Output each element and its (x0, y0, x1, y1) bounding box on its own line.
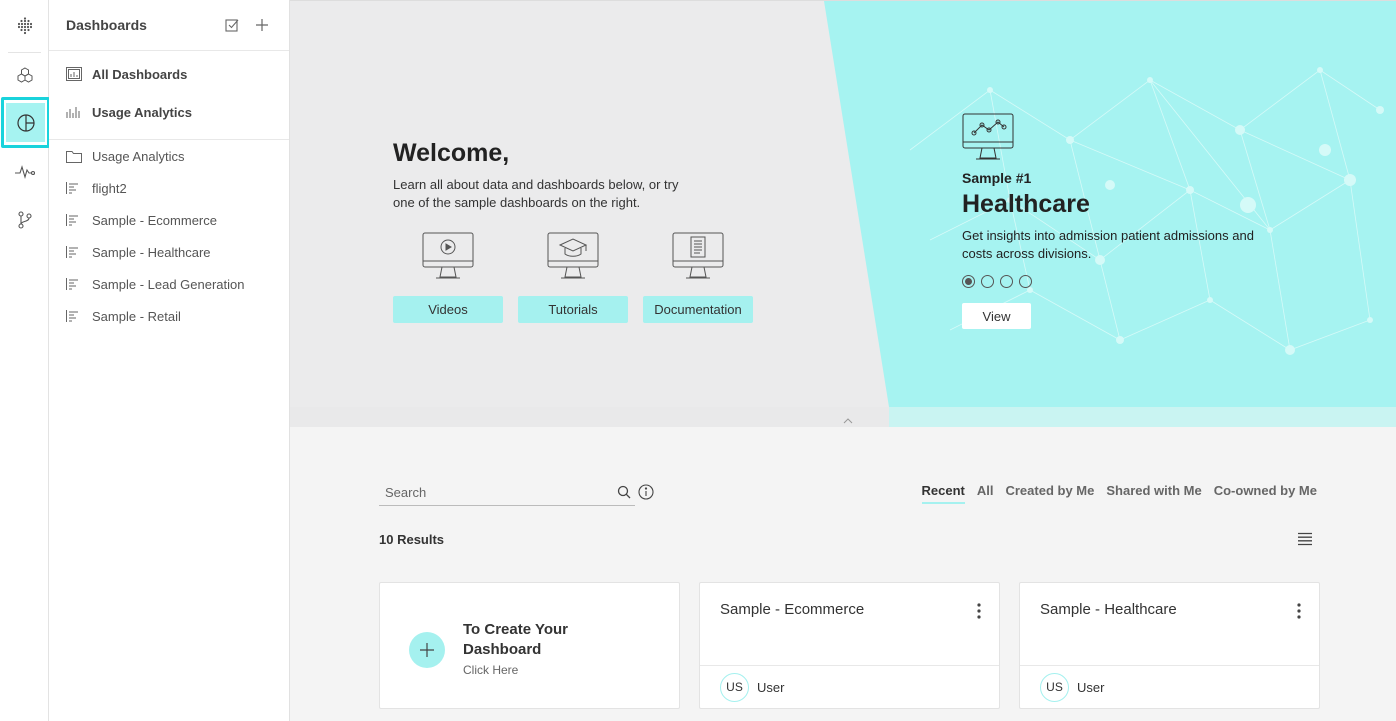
results-count: 10 Results (379, 532, 445, 547)
graduation-monitor-icon (547, 232, 599, 279)
tab-created-by-me[interactable]: Created by Me (1005, 483, 1094, 504)
dashboard-list: Usage Analytics flight2 Sample - Ecommer… (49, 140, 289, 332)
carousel-dot-1[interactable] (962, 275, 975, 288)
card-footer: US User (700, 665, 999, 708)
sidebar-item-all-dashboards[interactable]: All Dashboards (49, 55, 289, 93)
avatar: US (720, 672, 749, 702)
pulse-icon[interactable] (0, 152, 49, 192)
tab-co-owned-by-me[interactable]: Co-owned by Me (1214, 483, 1317, 504)
sidebar-item-label: Sample - Healthcare (92, 244, 211, 260)
list-chart-icon (66, 246, 92, 258)
list-chart-icon (66, 278, 92, 290)
welcome-heading: Welcome, (393, 139, 510, 167)
carousel-dot-3[interactable] (1000, 275, 1013, 288)
icon-rail (0, 0, 50, 721)
owner-name: User (757, 679, 785, 695)
folder-icon (66, 150, 92, 163)
sidebar-item-label: Sample - Ecommerce (92, 212, 217, 228)
tab-shared-with-me[interactable]: Shared with Me (1106, 483, 1201, 504)
more-options-icon[interactable] (977, 603, 981, 624)
avatar: US (1040, 672, 1069, 702)
tab-recent[interactable]: Recent (921, 483, 965, 504)
hero-collapse-bar-teal (889, 407, 1396, 427)
sidebar-item-flight2[interactable]: flight2 (49, 172, 289, 204)
pinned-section: All Dashboards Usage Analytics (49, 51, 289, 140)
dashboards-panel: Dashboards All Dashboards Usage Analytic… (49, 0, 290, 721)
dashboard-grid-icon (66, 67, 92, 81)
hero-teal-background (824, 1, 1396, 407)
sample-number: Sample #1 (962, 170, 1032, 186)
sample-title: Healthcare (962, 190, 1090, 218)
carousel-dots (962, 275, 1032, 288)
sidebar-item-label: Usage Analytics (92, 148, 185, 164)
owner-name: User (1077, 679, 1105, 695)
chevron-up-icon[interactable] (843, 411, 853, 429)
sidebar-item-sample-ecommerce[interactable]: Sample - Ecommerce (49, 204, 289, 236)
resource-tutorials: Tutorials (518, 232, 628, 323)
list-chart-icon (66, 182, 92, 194)
tutorials-button[interactable]: Tutorials (518, 296, 628, 323)
sidebar-item-label: Sample - Lead Generation (92, 276, 245, 292)
create-dashboard-card[interactable]: To Create Your Dashboard Click Here (379, 582, 680, 709)
videos-button[interactable]: Videos (393, 296, 503, 323)
tab-all[interactable]: All (977, 483, 994, 504)
create-card-title: To Create Your Dashboard (463, 621, 569, 658)
create-card-subtitle: Click Here (463, 663, 519, 677)
line-chart-monitor-icon (962, 113, 1014, 160)
plus-icon (409, 632, 445, 668)
dashboard-card[interactable]: Sample - Ecommerce US User (699, 582, 1000, 709)
card-title: Sample - Ecommerce (720, 601, 865, 618)
sidebar-item-sample-healthcare[interactable]: Sample - Healthcare (49, 236, 289, 268)
grid-logo-icon[interactable] (0, 6, 49, 46)
main-content: Welcome, Learn all about data and dashbo… (290, 0, 1396, 721)
dashboard-card[interactable]: Sample - Healthcare US User (1019, 582, 1320, 709)
sample-description: Get insights into admission patient admi… (962, 228, 1254, 261)
sidebar-item-label: Usage Analytics (92, 104, 192, 120)
sidebar-item-sample-retail[interactable]: Sample - Retail (49, 300, 289, 332)
carousel-dot-2[interactable] (981, 275, 994, 288)
play-monitor-icon (422, 232, 474, 279)
carousel-dot-4[interactable] (1019, 275, 1032, 288)
welcome-subtitle: Learn all about data and dashboards belo… (393, 177, 679, 210)
dashboard-pie-icon[interactable] (1, 97, 50, 148)
card-title: Sample - Healthcare (1040, 601, 1177, 618)
add-dashboard-icon[interactable] (247, 10, 277, 40)
list-chart-icon (66, 310, 92, 322)
sidebar-item-sample-lead-generation[interactable]: Sample - Lead Generation (49, 268, 289, 300)
resource-documentation: Documentation (643, 232, 753, 323)
cubes-icon[interactable] (0, 56, 49, 96)
info-icon[interactable] (638, 484, 654, 505)
branch-icon[interactable] (0, 200, 49, 240)
documentation-button[interactable]: Documentation (643, 296, 753, 323)
search-icon[interactable] (613, 485, 635, 499)
filter-tabs: Recent All Created by Me Shared with Me … (921, 483, 1317, 504)
search-input[interactable] (379, 484, 613, 500)
select-checkbox-icon[interactable] (217, 10, 247, 40)
list-chart-icon (66, 214, 92, 226)
list-view-icon[interactable] (1297, 532, 1313, 551)
sidebar-item-usage-analytics-pinned[interactable]: Usage Analytics (49, 93, 289, 131)
panel-header: Dashboards (49, 0, 289, 51)
sidebar-item-label: flight2 (92, 180, 127, 196)
search-box (379, 479, 635, 506)
view-sample-button[interactable]: View (962, 303, 1031, 329)
sidebar-item-label: All Dashboards (92, 66, 188, 82)
resource-videos: Videos (393, 232, 503, 323)
rail-divider (8, 52, 41, 53)
more-options-icon[interactable] (1297, 603, 1301, 624)
bar-chart-icon (66, 106, 92, 118)
document-monitor-icon (672, 232, 724, 279)
panel-title: Dashboards (66, 17, 147, 33)
card-footer: US User (1020, 665, 1319, 708)
sidebar-item-usage-analytics-folder[interactable]: Usage Analytics (49, 140, 289, 172)
sidebar-item-label: Sample - Retail (92, 308, 181, 324)
